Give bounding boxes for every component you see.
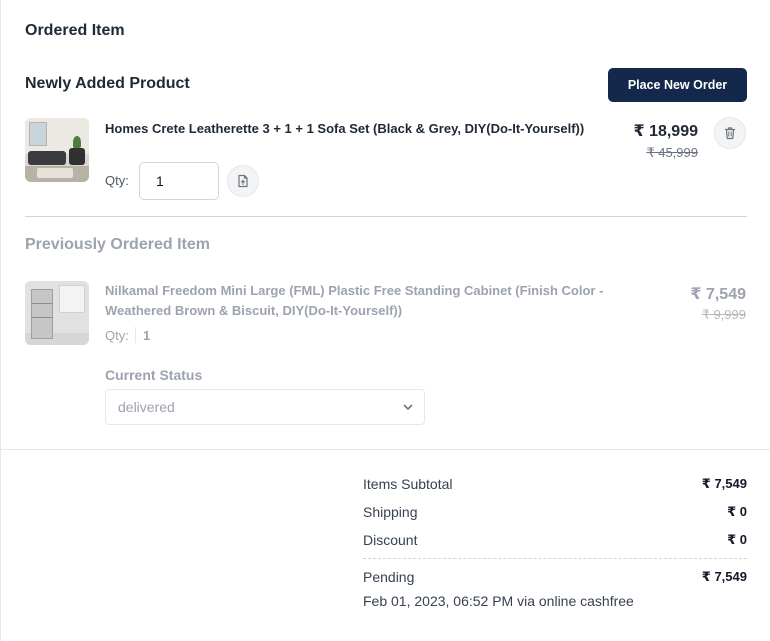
delete-item-button[interactable] (714, 117, 746, 149)
payment-info: Feb 01, 2023, 06:52 PM via online cashfr… (363, 593, 634, 609)
place-new-order-button[interactable]: Place New Order (608, 68, 747, 102)
current-status-label: Current Status (105, 367, 203, 383)
pending-row: Pending ₹ 7,549 (363, 569, 747, 585)
subtotal-label: Items Subtotal (363, 476, 453, 492)
status-select[interactable]: delivered (105, 389, 425, 425)
pending-label: Pending (363, 569, 415, 585)
shipping-label: Shipping (363, 504, 418, 520)
chevron-down-icon (403, 404, 413, 410)
discount-row: Discount ₹ 0 (363, 532, 747, 548)
subtotal-value: ₹ 7,549 (701, 476, 747, 491)
subtotal-row: Items Subtotal ₹ 7,549 (363, 476, 747, 492)
new-product-price: ₹ 18,999 (633, 123, 698, 140)
pending-value: ₹ 7,549 (701, 569, 747, 584)
file-upload-button[interactable] (227, 165, 259, 197)
prev-qty-value: 1 (143, 328, 151, 343)
prev-product-price: ₹ 7,549 (690, 286, 746, 303)
shipping-value: ₹ 0 (727, 504, 747, 519)
qty-separator (135, 327, 136, 343)
summary-dashed-divider (363, 558, 747, 559)
file-upload-icon (238, 174, 248, 188)
new-product-name: Homes Crete Leatherette 3 + 1 + 1 Sofa S… (105, 121, 585, 136)
ordered-item-title: Ordered Item (25, 22, 125, 39)
prev-qty-label: Qty: (105, 328, 129, 343)
quantity-input[interactable] (139, 162, 219, 200)
cabinet-product-image (25, 281, 89, 345)
qty-label: Qty: (105, 173, 129, 188)
order-details-panel: Ordered Item Newly Added Product Place N… (0, 0, 770, 641)
panel-border (0, 0, 1, 641)
prev-product-name: Nilkamal Freedom Mini Large (FML) Plasti… (105, 283, 604, 318)
discount-label: Discount (363, 532, 418, 548)
new-product-mrp: ₹ 45,999 (646, 145, 698, 160)
trash-icon (724, 127, 736, 140)
discount-value: ₹ 0 (727, 532, 747, 547)
sofa-product-image (25, 118, 89, 182)
newly-added-product-title: Newly Added Product (25, 75, 190, 92)
status-select-value: delivered (118, 399, 175, 415)
previously-ordered-title: Previously Ordered Item (25, 236, 210, 253)
section-divider (25, 216, 747, 217)
prev-product-mrp: ₹ 9,999 (701, 307, 746, 322)
summary-divider (0, 449, 770, 450)
shipping-row: Shipping ₹ 0 (363, 504, 747, 520)
